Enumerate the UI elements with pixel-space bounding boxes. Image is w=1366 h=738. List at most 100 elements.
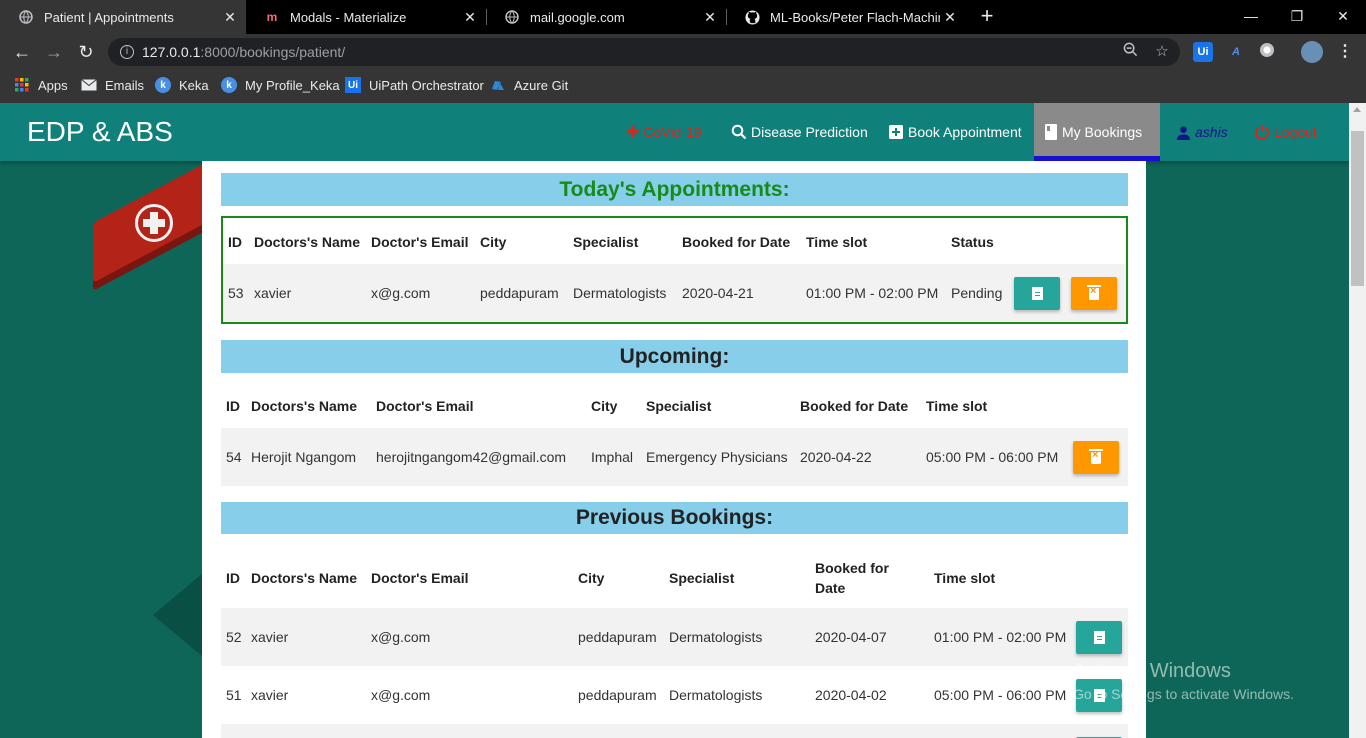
table-row: 52 xavier x@g.com peddapuram Dermatologi… bbox=[221, 608, 1128, 666]
reload-icon[interactable]: ↻ bbox=[74, 40, 98, 64]
new-tab-button[interactable]: + bbox=[975, 4, 999, 28]
background-shape bbox=[153, 573, 203, 657]
tab-title: mail.google.com bbox=[530, 9, 625, 25]
cell-specialist: Emergency Physicians bbox=[646, 449, 788, 465]
upcoming-section-title: Upcoming: bbox=[221, 340, 1128, 373]
star-icon[interactable]: ☆ bbox=[1152, 42, 1172, 62]
table-row bbox=[221, 724, 1128, 738]
browser-tab-github[interactable]: ML-Books/Peter Flach-Machine L ✕ bbox=[726, 0, 966, 34]
col-doctor-email: Doctor's Email bbox=[376, 398, 474, 414]
nav-my-bookings[interactable]: My Bookings bbox=[1034, 103, 1160, 161]
bookmark-my-profile-keka[interactable]: k My Profile_Keka bbox=[221, 77, 340, 93]
cell-time-slot: 01:00 PM - 02:00 PM bbox=[934, 629, 1067, 645]
zoom-icon[interactable] bbox=[1120, 42, 1140, 62]
cell-city: peddapuram bbox=[578, 687, 657, 703]
address-bar-row: ← → ↻ i 127.0.0.1:8000/bookings/patient/… bbox=[0, 34, 1366, 70]
col-specialist: Specialist bbox=[669, 570, 735, 586]
info-icon[interactable]: i bbox=[120, 45, 134, 59]
col-date: Date bbox=[815, 580, 846, 596]
col-city: City bbox=[480, 234, 507, 250]
col-specialist: Specialist bbox=[573, 234, 639, 250]
nav-covid[interactable]: ✚ CoVid-19 bbox=[616, 103, 712, 161]
translate-extension-icon[interactable]: A bbox=[1226, 42, 1246, 62]
cancel-appointment-button[interactable] bbox=[1073, 441, 1119, 474]
brand-logo[interactable]: EDP & ABS bbox=[27, 116, 173, 148]
nav-user-profile[interactable]: ashis bbox=[1166, 103, 1238, 161]
cell-date: 2020-04-21 bbox=[682, 285, 754, 301]
page-scrollbar[interactable] bbox=[1349, 103, 1366, 738]
table-row: 54 Herojit Ngangom herojitngangom42@gmai… bbox=[221, 428, 1128, 486]
close-icon[interactable]: ✕ bbox=[940, 9, 960, 26]
cell-date: 2020-04-22 bbox=[800, 449, 872, 465]
col-city: City bbox=[591, 398, 618, 414]
col-doctor-name: Doctors's Name bbox=[251, 570, 358, 586]
cell-city: peddapuram bbox=[480, 285, 559, 301]
uipath-extension-icon[interactable]: Ui bbox=[1193, 42, 1213, 62]
col-booked-for: Booked for bbox=[815, 560, 889, 576]
bookmark-keka[interactable]: k Keka bbox=[155, 77, 209, 93]
cell-time-slot: 05:00 PM - 06:00 PM bbox=[926, 449, 1059, 465]
close-icon[interactable]: ✕ bbox=[700, 9, 720, 26]
cell-specialist: Dermatologists bbox=[669, 687, 763, 703]
nav-logout[interactable]: Logout bbox=[1244, 103, 1327, 161]
col-time-slot: Time slot bbox=[926, 398, 988, 414]
browser-tab-materialize[interactable]: m Modals - Materialize ✕ bbox=[246, 0, 486, 34]
bookmark-label: My Profile_Keka bbox=[245, 77, 340, 93]
cell-doctor-email: x@g.com bbox=[371, 285, 431, 301]
nav-label: Disease Prediction bbox=[751, 124, 868, 140]
today-table: ID Doctors's Name Doctor's Email City Sp… bbox=[221, 216, 1128, 324]
browser-tab-gmail[interactable]: mail.google.com ✕ bbox=[486, 0, 726, 34]
scroll-up-arrow-icon[interactable] bbox=[1353, 107, 1361, 112]
view-details-button[interactable] bbox=[1076, 621, 1122, 654]
cell-city: peddapuram bbox=[578, 629, 657, 645]
previous-section-title: Previous Bookings: bbox=[221, 502, 1128, 534]
url-text[interactable]: 127.0.0.1:8000/bookings/patient/ bbox=[142, 44, 345, 60]
add-box-icon bbox=[888, 124, 904, 140]
nav-disease-prediction[interactable]: Disease Prediction bbox=[721, 103, 878, 161]
cell-date: 2020-04-02 bbox=[815, 687, 887, 703]
back-arrow-icon[interactable]: ← bbox=[10, 40, 34, 64]
browser-tab-patient-appointments[interactable]: Patient | Appointments ✕ bbox=[0, 0, 246, 34]
cell-id: 53 bbox=[228, 285, 244, 301]
cell-doctor-name: xavier bbox=[254, 285, 292, 301]
close-icon[interactable]: ✕ bbox=[460, 9, 480, 26]
bookmark-emails[interactable]: Emails bbox=[81, 77, 144, 93]
profile-avatar[interactable] bbox=[1301, 41, 1323, 63]
col-doctor-name: Doctors's Name bbox=[254, 234, 361, 250]
power-icon bbox=[1254, 124, 1270, 140]
nav-label: ashis bbox=[1195, 124, 1228, 140]
url-omnibox[interactable]: i 127.0.0.1:8000/bookings/patient/ ☆ bbox=[108, 38, 1180, 66]
more-menu-icon[interactable]: ⋮ bbox=[1335, 42, 1355, 62]
col-booked-date: Booked for Date bbox=[800, 398, 909, 414]
cell-doctor-email: x@g.com bbox=[371, 629, 431, 645]
cell-id: 51 bbox=[226, 687, 242, 703]
apps-grid-icon bbox=[14, 77, 30, 93]
cancel-appointment-button[interactable] bbox=[1071, 277, 1117, 310]
bookmarks-bar: Apps Emails k Keka k My Profile_Keka Ui … bbox=[0, 70, 1366, 103]
col-specialist: Specialist bbox=[646, 398, 712, 414]
bookmark-azure-git[interactable]: Azure Git bbox=[490, 77, 568, 93]
materialize-icon: m bbox=[266, 10, 278, 24]
table-header: ID Doctors's Name Doctor's Email City Sp… bbox=[221, 382, 1128, 428]
maximize-button[interactable]: ❐ bbox=[1274, 0, 1320, 34]
close-icon[interactable]: ✕ bbox=[220, 9, 240, 26]
keka-icon: k bbox=[221, 77, 237, 93]
cell-id: 54 bbox=[226, 449, 242, 465]
upcoming-table: ID Doctors's Name Doctor's Email City Sp… bbox=[221, 382, 1128, 487]
minimize-button[interactable]: — bbox=[1228, 0, 1274, 34]
window-close-button[interactable]: ✕ bbox=[1320, 0, 1366, 34]
virus-icon: ✚ bbox=[626, 124, 640, 141]
cell-specialist: Dermatologists bbox=[669, 629, 763, 645]
cell-doctor-email: x@g.com bbox=[371, 687, 431, 703]
nav-book-appointment[interactable]: Book Appointment bbox=[878, 103, 1032, 161]
view-details-button[interactable] bbox=[1014, 277, 1060, 310]
tab-title: Patient | Appointments bbox=[44, 9, 174, 25]
table-header: ID Doctors's Name Doctor's Email City Sp… bbox=[223, 218, 1126, 264]
col-id: ID bbox=[228, 234, 242, 250]
scrollbar-thumb[interactable] bbox=[1351, 131, 1364, 286]
col-id: ID bbox=[226, 398, 240, 414]
forward-arrow-icon[interactable]: → bbox=[42, 40, 66, 64]
extension-circle-icon[interactable] bbox=[1257, 42, 1277, 62]
bookmark-uipath-orchestrator[interactable]: Ui UiPath Orchestrator bbox=[345, 77, 484, 93]
bookmark-apps[interactable]: Apps bbox=[14, 77, 68, 93]
